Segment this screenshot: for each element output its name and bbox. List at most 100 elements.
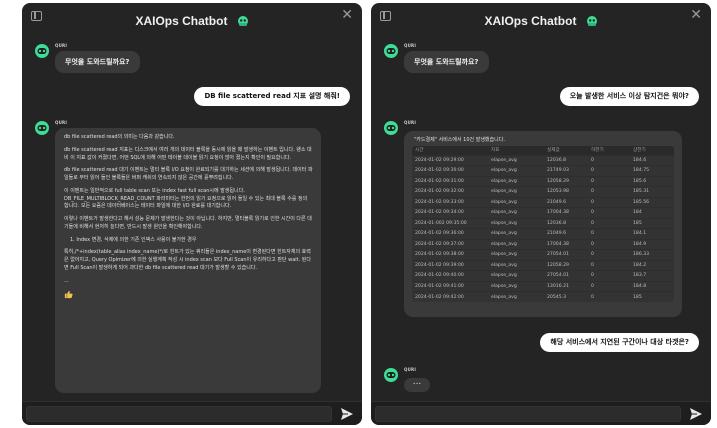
table-cell: 0 <box>588 228 630 239</box>
sender-name: QURI <box>404 43 417 48</box>
table-cell: 21749.03 <box>544 165 588 176</box>
table-cell: 2024-01-02 09:37:00 <box>412 238 488 250</box>
table-cell: 185 <box>630 291 674 302</box>
table-cell: 2024-01-02 09:29:00 <box>412 154 488 166</box>
table-row: 2024-01-02 09:31:00 elapse_avg 12058.29 0 18… <box>412 175 674 187</box>
table-cell: 0 <box>588 175 630 187</box>
table-cell: 0 <box>588 270 630 281</box>
message-input[interactable] <box>26 406 332 422</box>
table-cell: 0 <box>588 165 630 176</box>
table-cell: 0 <box>588 259 630 271</box>
table-cell: elapse_avg <box>488 196 544 208</box>
table-cell: 20545.3 <box>544 291 588 302</box>
table-cell: 0 <box>588 196 630 208</box>
send-icon[interactable] <box>689 407 703 421</box>
table-cell: 2024-01-02 09:32:00 <box>412 186 488 197</box>
table-cell: 21049.6 <box>544 228 588 239</box>
close-icon[interactable]: ✕ <box>341 8 353 22</box>
table-caption: "카드결제" 서비스에서 10건 발생했습니다. <box>414 137 505 143</box>
chat-panel-right: XAIOps Chatbot ✕ QURI 무엇을 도와드릴까요? 오늘 발생한… <box>371 3 711 425</box>
table-cell: 2024-01-02 09:34:00 <box>412 207 488 218</box>
table-cell: 2024-01-02 09:31:00 <box>412 175 488 187</box>
typing-indicator: ... <box>404 378 430 392</box>
table-cell: elapse_avg <box>488 186 544 197</box>
table-cell: 21049.6 <box>544 196 588 208</box>
input-bar <box>22 401 362 425</box>
xaiops-logo-icon <box>237 16 248 26</box>
app-title: XAIOps Chatbot <box>135 14 228 28</box>
chat-panel-left: XAIOps Chatbot ✕ QURI 무엇을 도와드릴까요? DB fil… <box>22 3 362 425</box>
table-cell: elapse_avg <box>488 175 544 187</box>
table-cell: 0 <box>588 207 630 218</box>
table-cell: 13016.21 <box>544 280 588 292</box>
table-cell: 2024-01-02 09:40:00 <box>412 270 488 281</box>
table-row: 2024-01-02 09:38:00 elapse_avg 27054.01 0 18… <box>412 249 674 260</box>
table-cell: 2024-01-02 09:33:00 <box>412 196 488 208</box>
bot-message-greeting: 무엇을 도와드릴까요? <box>55 51 140 73</box>
table-cell: 27054.01 <box>544 249 588 260</box>
table-row: 2024-01-02 09:41:00 elapse_avg 13016.21 0 18… <box>412 280 674 292</box>
sender-name: QURI <box>55 43 68 48</box>
table-cell: 27054.01 <box>544 270 588 281</box>
table-cell: elapse_avg <box>488 280 544 292</box>
message-paragraph: db file scattered read 지표는 디스크에서 여러 개의 데… <box>64 146 312 161</box>
table-cell: 2024-01-02 09:39:00 <box>412 259 488 271</box>
table-row: 2024-01-02 09:29:00 elapse_avg 12036.8 0 184… <box>412 154 674 166</box>
message-paragraph: 특히,/*+index(table_alias index_name)*/로 힌… <box>64 249 311 271</box>
bot-avatar-icon <box>35 121 49 135</box>
table-cell: 0 <box>588 249 630 260</box>
table-row: 2024-01-02 09:34:00 elapse_avg 17004.38 0 18… <box>412 207 674 218</box>
user-message: DB file scattered read 지표 설명 해줘! <box>194 87 350 106</box>
table-cell: 0 <box>588 280 630 292</box>
send-icon[interactable] <box>340 407 354 421</box>
message-input[interactable] <box>375 406 681 422</box>
table-cell: elapse_avg <box>488 217 544 229</box>
thumbs-up-icon[interactable] <box>64 290 73 299</box>
message-paragraph: db file scattered read의 의미는 다음과 같습니다. <box>64 134 175 140</box>
bot-message-table: "카드결제" 서비스에서 10건 발생했습니다. 시간 지표 실제값 하한기 상… <box>404 131 682 317</box>
anomaly-table: 시간 지표 실제값 하한기 상한기 2024-01-02 09:29:00 ela… <box>412 146 674 302</box>
table-cell: 12036.8 <box>544 154 588 166</box>
table-cell: 185 <box>630 217 674 229</box>
bot-avatar-icon <box>384 368 398 382</box>
chat-header: XAIOps Chatbot ✕ <box>371 3 711 31</box>
table-cell: 17004.38 <box>544 207 588 218</box>
message-paragraph: db file scattered read 대기 이벤트는 멀티 블록 I/O… <box>64 167 313 181</box>
user-message: 해당 서비스에서 지연된 구간이나 대상 타겟은? <box>540 333 699 352</box>
bot-avatar-icon <box>384 121 398 135</box>
table-row: 2024-01-02 09:42:00 elapse_avg 20545.3 0 185 <box>412 291 674 302</box>
table-cell: 184 <box>630 207 674 218</box>
table-cell: 2024-01-02 09:36:00 <box>412 228 488 239</box>
table-cell: 2024-01-002 09:35:00 <box>412 217 488 229</box>
message-paragraph: 이렇나 이벤트가 발생한다고 해서 성능 문제가 발생한다는 것이 아닙니다. … <box>64 216 312 230</box>
table-cell: elapse_avg <box>488 238 544 250</box>
table-cell: 0 <box>588 186 630 197</box>
table-cell: 0 <box>588 217 630 229</box>
table-row: 2024-01-02 09:40:00 elapse_avg 27054.01 0 18… <box>412 270 674 281</box>
table-row: 2024-01-02 09:32:00 elapse_avg 12053.98 0 18… <box>412 186 674 197</box>
bot-avatar-icon <box>35 44 49 58</box>
table-cell: elapse_avg <box>488 291 544 302</box>
table-cell: 185.31 <box>630 186 674 197</box>
close-icon[interactable]: ✕ <box>690 8 702 22</box>
message-ellipsis: ... <box>64 277 69 284</box>
bot-avatar-icon <box>384 44 398 58</box>
chat-header: XAIOps Chatbot ✕ <box>22 3 362 31</box>
table-cell: 0 <box>588 154 630 166</box>
table-header-row: 시간 지표 실제값 하한기 상한기 <box>412 146 674 155</box>
sender-name: QURI <box>404 120 417 125</box>
table-row: 2024-01-02 09:30:00 elapse_avg 21749.03 0 18… <box>412 165 674 176</box>
table-cell: elapse_avg <box>488 154 544 166</box>
sender-name: QURI <box>55 120 68 125</box>
table-cell: elapse_avg <box>488 249 544 260</box>
message-paragraph: 이 이벤트는 일반적으로 full table scan 또는 index fa… <box>64 187 308 210</box>
table-cell: 185.56 <box>630 196 674 208</box>
table-cell: 184.1 <box>630 228 674 239</box>
column-header: 상한기 <box>630 146 674 155</box>
table-row: 2024-01-002 09:35:00 elapse_avg 12036.8 0 18… <box>412 217 674 229</box>
table-cell: 186.33 <box>630 249 674 260</box>
table-cell: elapse_avg <box>488 270 544 281</box>
table-cell: 12036.8 <box>544 217 588 229</box>
user-message: 오늘 발생한 서비스 이상 탐지건은 뭐야? <box>559 87 699 106</box>
bot-message-greeting: 무엇을 도와드릴까요? <box>404 51 489 73</box>
